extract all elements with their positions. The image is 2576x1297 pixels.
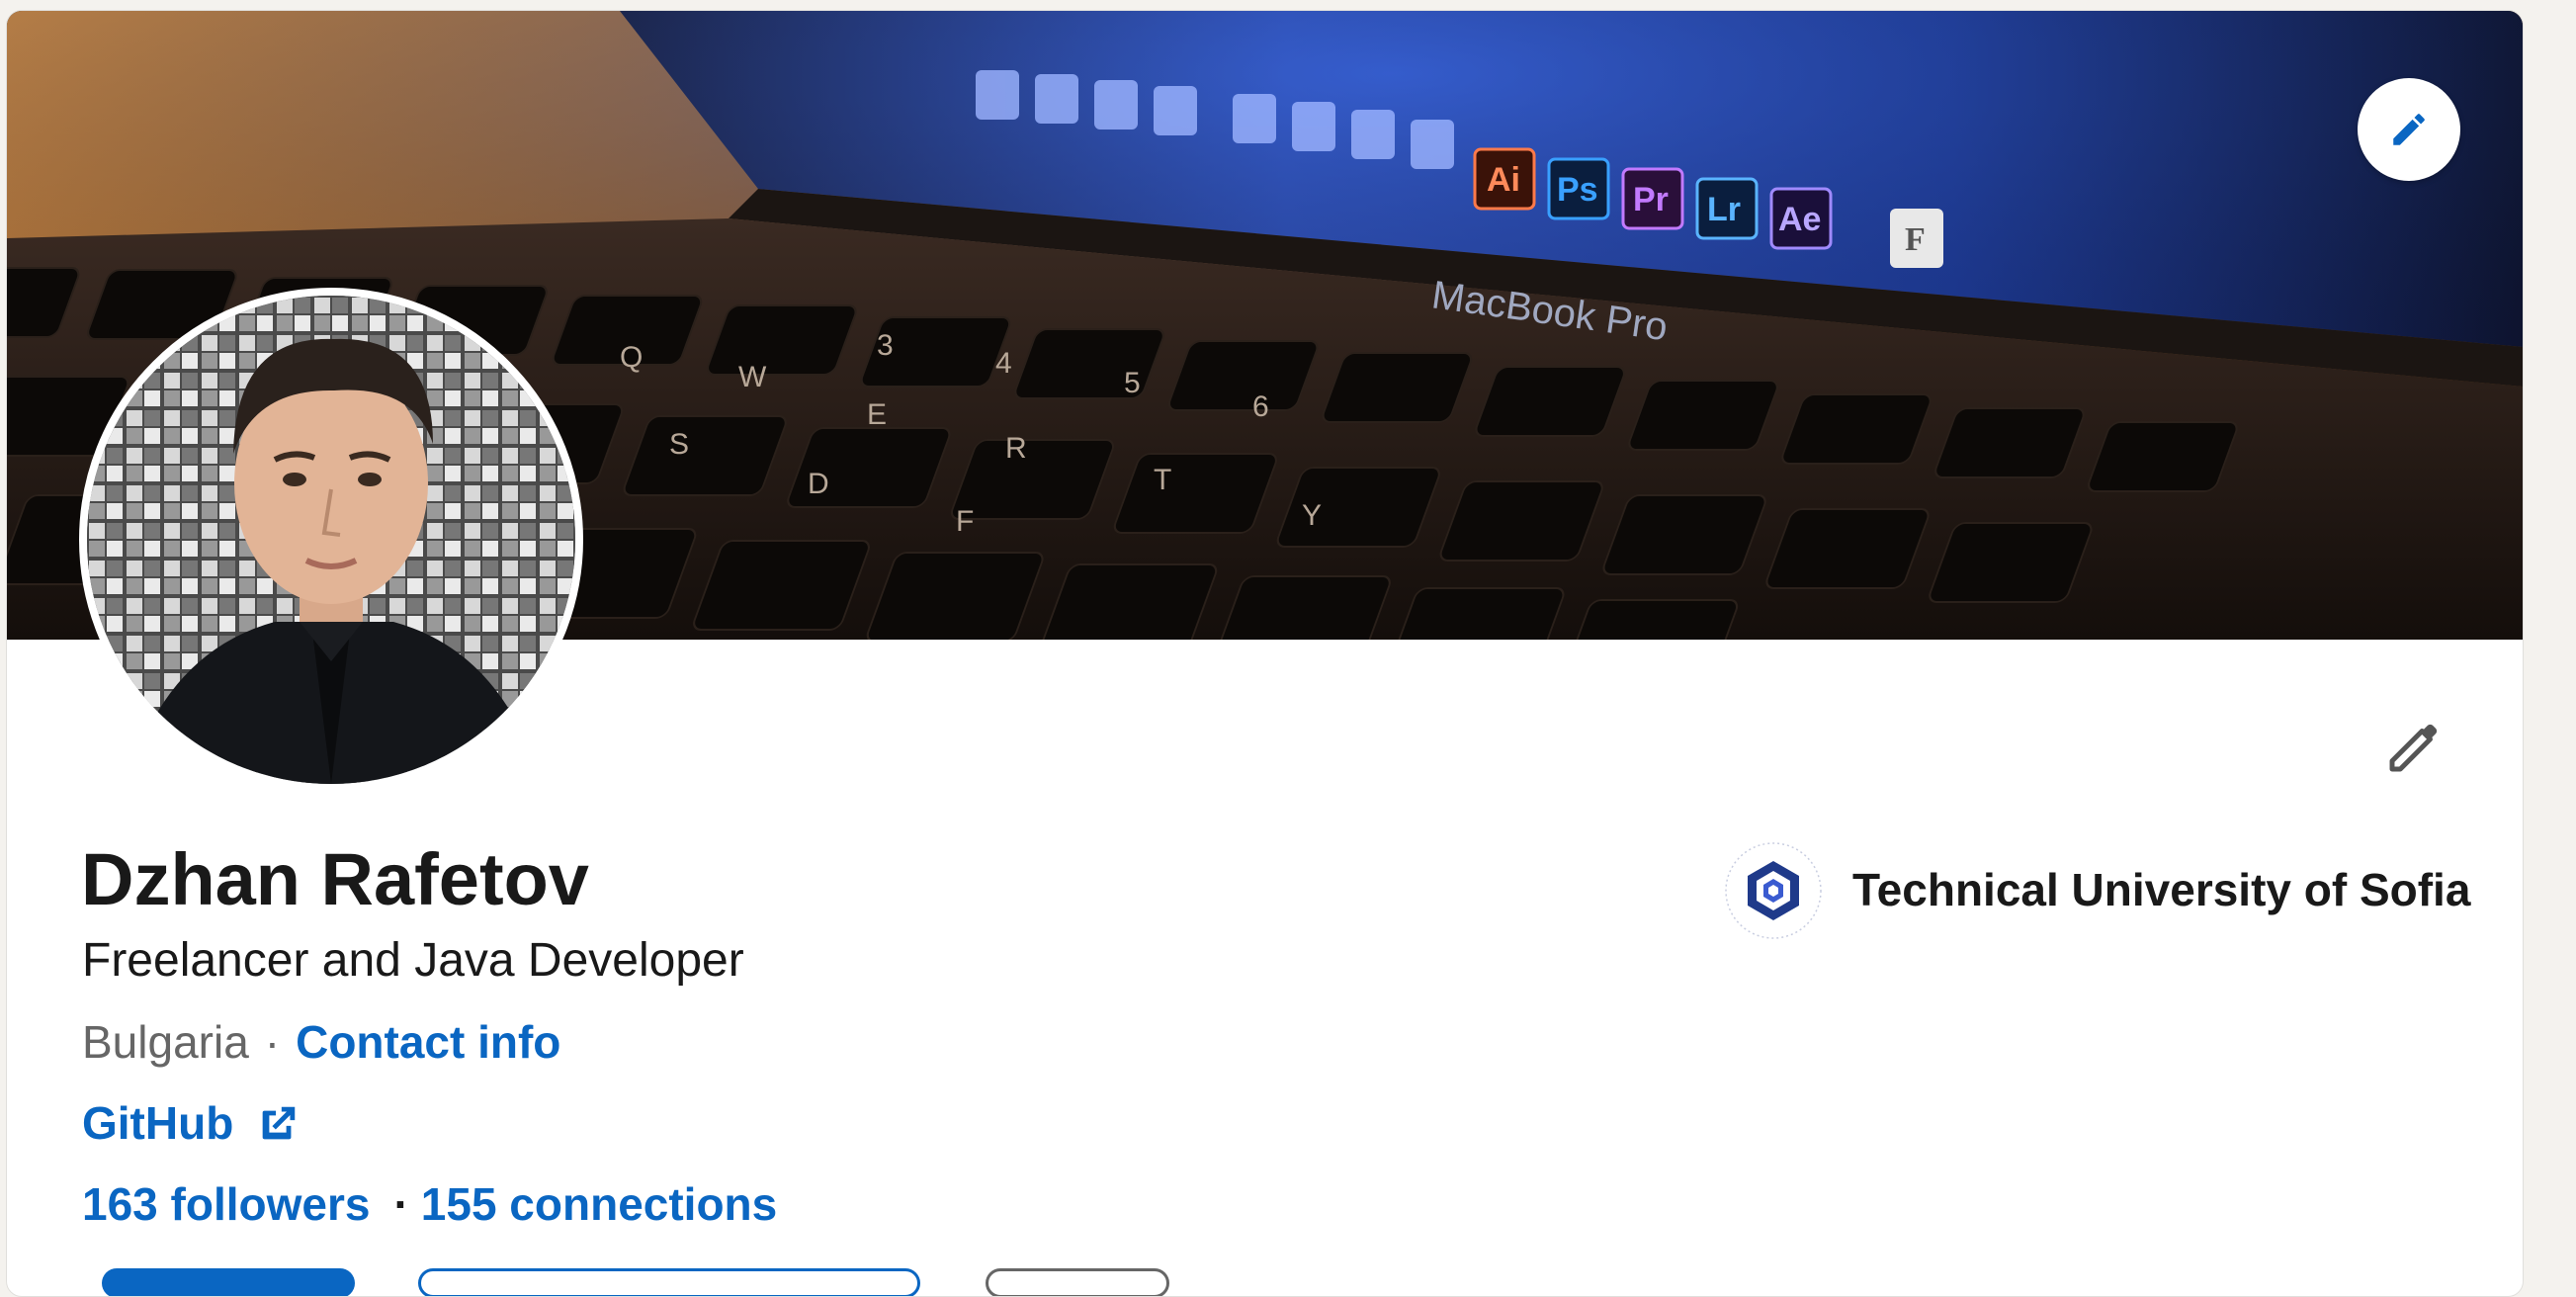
separator-dot: ·: [393, 1178, 409, 1230]
more-button[interactable]: [986, 1268, 1169, 1296]
dock-label: Ae: [1778, 201, 1821, 238]
avatar-image: [87, 296, 575, 784]
pencil-icon: [2393, 114, 2425, 145]
dock-label: Ps: [1557, 171, 1598, 209]
open-to-button[interactable]: [102, 1268, 355, 1296]
key-label: 3: [877, 329, 894, 362]
key-label: E: [867, 398, 887, 431]
education-item[interactable]: Technical University of Sofia: [1722, 839, 2470, 942]
key-label: R: [1005, 432, 1027, 465]
location-row: Bulgaria · Contact info: [82, 1015, 560, 1070]
dock-label: Lr: [1707, 191, 1741, 228]
pencil-outline-icon: [2389, 724, 2438, 772]
dock-label: F: [1905, 221, 1926, 258]
key-label: 6: [1252, 390, 1269, 423]
key-label: 4: [995, 347, 1012, 380]
contact-info-link[interactable]: Contact info: [296, 1015, 560, 1070]
edit-intro-button[interactable]: [2369, 703, 2458, 792]
edit-cover-button[interactable]: [2358, 78, 2460, 181]
key-label: 5: [1124, 367, 1141, 399]
network-row: 163 followers · 155 connections: [82, 1177, 777, 1232]
github-link[interactable]: GitHub: [82, 1096, 233, 1151]
key-label: Q: [620, 341, 643, 374]
key-label: S: [669, 428, 689, 461]
university-logo-icon: [1725, 842, 1822, 939]
profile-photo[interactable]: [79, 288, 583, 792]
key-label: D: [808, 468, 829, 500]
connections-link[interactable]: 155 connections: [421, 1177, 777, 1232]
followers-link[interactable]: 163 followers: [82, 1177, 370, 1232]
dock-label: Ai: [1487, 161, 1520, 199]
key-label: F: [956, 505, 974, 538]
add-profile-section-button[interactable]: [418, 1268, 920, 1296]
profile-headline: Freelancer and Java Developer: [82, 934, 744, 987]
separator-dot: ·: [264, 1016, 281, 1068]
dock-label: Pr: [1633, 181, 1669, 218]
key-label: T: [1154, 464, 1171, 496]
website-row[interactable]: GitHub: [82, 1096, 301, 1151]
profile-name: Dzhan Rafetov: [81, 838, 589, 920]
key-label: Y: [1302, 499, 1322, 532]
key-label: W: [738, 361, 767, 393]
location-text: Bulgaria: [82, 1016, 249, 1068]
external-link-icon[interactable]: [255, 1101, 301, 1147]
school-name: Technical University of Sofia: [1852, 864, 2471, 916]
profile-card: Ai Ps Pr Lr Ae F MacBook Pro Q W E R T Y…: [6, 10, 2524, 1297]
